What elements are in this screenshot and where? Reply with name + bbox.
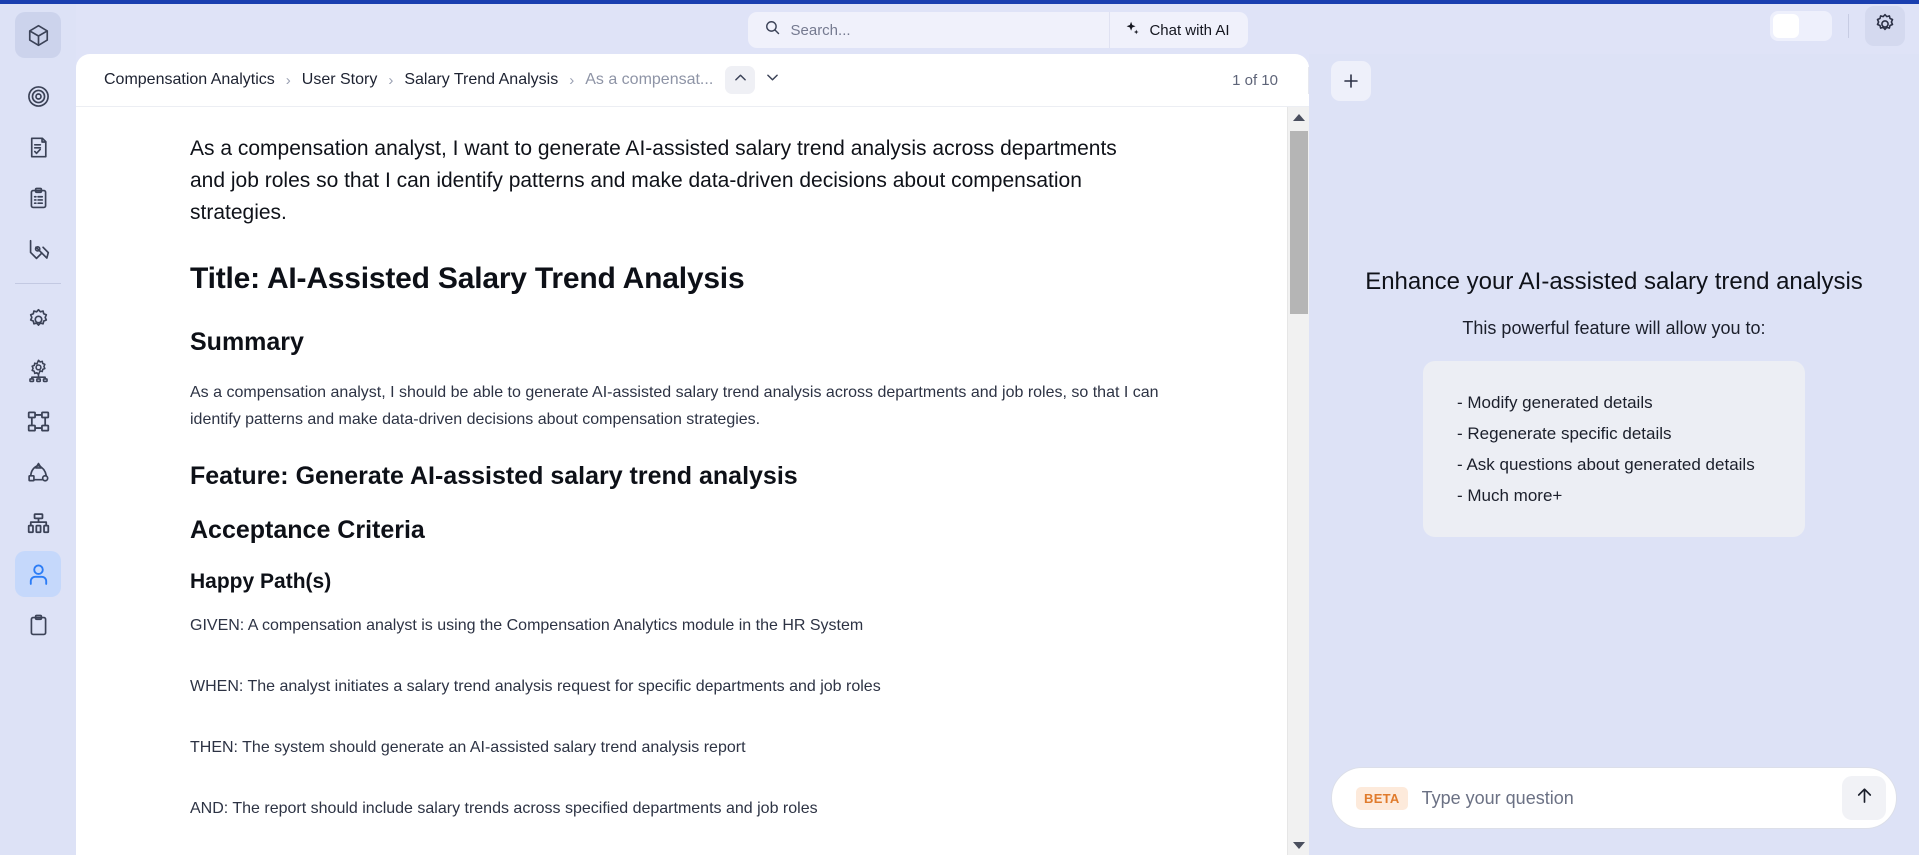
gear-network-icon [26, 358, 51, 383]
breadcrumb-item-1[interactable]: User Story [302, 71, 378, 89]
header-divider [1848, 14, 1849, 38]
sidebar-item-document-check[interactable] [15, 124, 61, 170]
sidebar-divider [15, 283, 61, 284]
ai-question-input[interactable] [1422, 788, 1842, 809]
gear-icon [1873, 12, 1897, 41]
ai-feature-list: - Modify generated details - Regenerate … [1423, 361, 1805, 537]
ai-panel-toolbar [1309, 54, 1919, 107]
chevron-up-icon [732, 69, 749, 91]
ai-feature-item: - Ask questions about generated details [1457, 449, 1771, 480]
gear-icon [26, 307, 51, 332]
breadcrumb-item-current: As a compensat... [585, 71, 713, 89]
user-icon [26, 562, 51, 587]
document-check-icon [26, 135, 51, 160]
breadcrumb-separator: › [569, 72, 574, 89]
previous-item-button[interactable] [725, 66, 755, 94]
document-title: Title: AI-Assisted Salary Trend Analysis [190, 259, 1247, 299]
document-scroll-area[interactable]: As a compensation analyst, I want to gen… [76, 107, 1287, 855]
beta-badge: BETA [1356, 787, 1408, 810]
chat-with-ai-button[interactable]: Chat with AI [1110, 12, 1247, 48]
chat-with-ai-label: Chat with AI [1149, 22, 1229, 39]
sidebar-item-target[interactable] [15, 73, 61, 119]
send-message-button[interactable] [1842, 776, 1886, 820]
breadcrumb-separator: › [388, 72, 393, 89]
search-icon [764, 19, 781, 41]
ai-feature-item: - Modify generated details [1457, 387, 1771, 418]
header-right-controls [1770, 4, 1905, 48]
ai-panel-subtitle: This powerful feature will allow you to: [1462, 318, 1765, 339]
left-sidebar-rail [0, 4, 76, 855]
arrow-up-icon [1854, 785, 1875, 811]
scrollbar-thumb[interactable] [1290, 131, 1308, 314]
sidebar-item-cube[interactable] [15, 12, 61, 58]
ai-panel-content: Enhance your AI-assisted salary trend an… [1309, 107, 1919, 767]
breadcrumb: Compensation Analytics › User Story › Sa… [104, 66, 1232, 94]
toggle-knob [1773, 14, 1799, 38]
ai-input-area: BETA [1309, 767, 1919, 855]
summary-text: As a compensation analyst, I should be a… [190, 379, 1200, 433]
document-scrollbar[interactable] [1287, 107, 1309, 855]
search-input[interactable] [791, 22, 1094, 39]
pagination-label: 1 of 10 [1232, 72, 1278, 89]
ai-assistant-panel: Enhance your AI-assisted salary trend an… [1309, 54, 1919, 855]
scroll-up-arrow[interactable] [1288, 107, 1309, 127]
theme-toggle[interactable] [1770, 11, 1832, 41]
lead-paragraph: As a compensation analyst, I want to gen… [190, 133, 1150, 229]
plus-icon [1341, 71, 1361, 91]
org-chart-icon [26, 511, 51, 536]
acceptance-step: THEN: The system should generate an AI-a… [190, 735, 1247, 761]
clipboard-list-icon [26, 186, 51, 211]
new-chat-button[interactable] [1331, 61, 1371, 101]
shapes-graph-icon [26, 460, 51, 485]
acceptance-step: WHEN: The analyst initiates a salary tre… [190, 674, 1247, 700]
clipboard-icon [26, 613, 51, 638]
document-body: As a compensation analyst, I want to gen… [76, 107, 1309, 855]
node-map-icon [26, 409, 51, 434]
scroll-down-arrow[interactable] [1288, 835, 1309, 855]
sidebar-item-shapes-graph[interactable] [15, 449, 61, 495]
acceptance-criteria-heading: Acceptance Criteria [190, 513, 1247, 547]
cube-icon [26, 23, 51, 48]
next-item-button[interactable] [757, 66, 787, 94]
settings-button[interactable] [1865, 6, 1905, 46]
sidebar-item-node-map[interactable] [15, 398, 61, 444]
sparkle-icon [1124, 20, 1141, 41]
document-panel: Compensation Analytics › User Story › Sa… [76, 54, 1309, 855]
ai-panel-title: Enhance your AI-assisted salary trend an… [1365, 268, 1863, 296]
sidebar-item-user[interactable] [15, 551, 61, 597]
sidebar-item-org-chart[interactable] [15, 500, 61, 546]
sidebar-item-pen-tool[interactable] [15, 226, 61, 272]
target-icon [26, 84, 51, 109]
ai-feature-item: - Much more+ [1457, 480, 1771, 511]
breadcrumb-item-2[interactable]: Salary Trend Analysis [404, 71, 558, 89]
acceptance-step: GIVEN: A compensation analyst is using t… [190, 613, 1247, 639]
chevron-down-icon [764, 69, 781, 91]
ai-question-input-container[interactable]: BETA [1331, 767, 1897, 829]
sidebar-item-workflow-settings[interactable] [15, 347, 61, 393]
breadcrumb-item-0[interactable]: Compensation Analytics [104, 71, 275, 89]
ai-feature-item: - Regenerate specific details [1457, 418, 1771, 449]
document-toolbar: Compensation Analytics › User Story › Sa… [76, 54, 1309, 107]
pen-tool-icon [26, 237, 51, 262]
sidebar-item-clipboard-list[interactable] [15, 175, 61, 221]
happy-path-heading: Happy Path(s) [190, 567, 1247, 597]
feature-heading: Feature: Generate AI-assisted salary tre… [190, 459, 1247, 493]
summary-heading: Summary [190, 325, 1247, 359]
sidebar-item-clipboard[interactable] [15, 602, 61, 648]
search-and-chat-group: Chat with AI [748, 12, 1248, 48]
breadcrumb-separator: › [286, 72, 291, 89]
app-header: Chat with AI [76, 4, 1919, 56]
sidebar-item-settings[interactable] [15, 296, 61, 342]
pagination: 1 of 10 [1232, 67, 1309, 94]
acceptance-step: AND: The report should include salary tr… [190, 796, 1247, 822]
breadcrumb-nav [725, 66, 787, 94]
search-box[interactable] [748, 12, 1111, 48]
